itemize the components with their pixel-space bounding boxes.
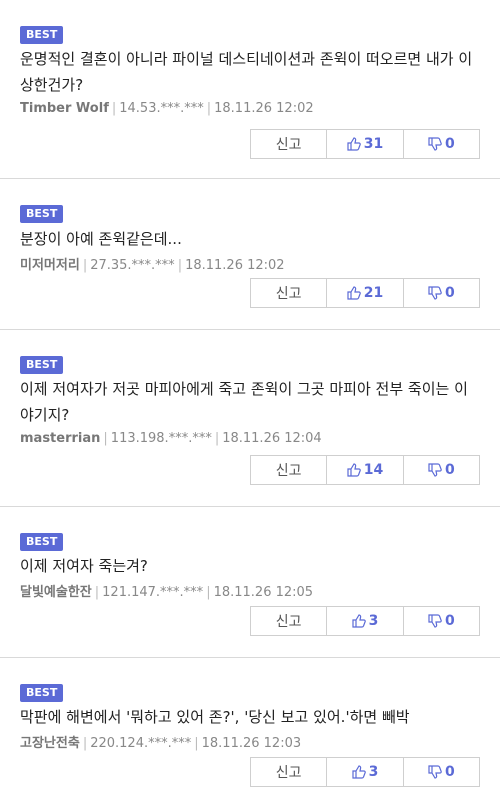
comment-date: 18.11.26 12:03 xyxy=(201,736,302,751)
comment-date: 18.11.26 12:02 xyxy=(214,101,314,116)
comment-actions: 신고 31 0 xyxy=(250,129,480,159)
comment-actions: 신고 21 0 xyxy=(250,278,480,308)
thumbs-down-icon xyxy=(428,765,442,779)
thumbs-up-icon xyxy=(347,286,361,300)
best-badge: BEST xyxy=(20,684,64,702)
downvote-button[interactable]: 0 xyxy=(404,130,479,158)
comment-meta: Timber Wolf | 14.53.***.*** | 18.11.26 12:02 xyxy=(20,101,314,116)
report-button[interactable]: 신고 xyxy=(251,130,328,158)
upvote-button[interactable]: 3 xyxy=(327,758,404,786)
report-button[interactable]: 신고 xyxy=(251,456,328,484)
comment-actions: 신고 3 0 xyxy=(250,757,480,787)
comment-author[interactable]: 고장난전축 xyxy=(20,736,80,751)
upvote-count: 21 xyxy=(363,285,384,301)
comment-ip: 14.53.***.*** xyxy=(119,101,204,116)
report-label: 신고 xyxy=(275,137,302,153)
thumbs-down-icon xyxy=(428,614,442,628)
report-button[interactable]: 신고 xyxy=(251,758,328,786)
upvote-count: 31 xyxy=(363,136,384,152)
comment-item: BEST 막판에 해변에서 '뭐하고 있어 존?', '당신 보고 있어.'하면… xyxy=(0,658,500,805)
upvote-count: 3 xyxy=(368,613,379,629)
best-badge: BEST xyxy=(20,205,64,223)
comment-date: 18.11.26 12:04 xyxy=(222,431,322,446)
upvote-button[interactable]: 31 xyxy=(327,130,404,158)
comment-date: 18.11.26 12:05 xyxy=(213,585,314,600)
comment-text: 이제 저여자가 저곳 마피아에게 죽고 존윅이 그곳 마피아 전부 죽이는 이야… xyxy=(20,380,468,424)
comment-ip: 27.35.***.*** xyxy=(90,258,175,273)
comment-author[interactable]: 달빛예술한잔 xyxy=(20,585,92,600)
downvote-button[interactable]: 0 xyxy=(404,758,479,786)
comment-meta: 고장난전축 | 220.124.***.*** | 18.11.26 12:03 xyxy=(20,736,302,751)
comment-item: BEST 분장이 아예 존윅같은데... 미저머저리 | 27.35.***.***… xyxy=(0,179,500,330)
report-label: 신고 xyxy=(275,614,302,630)
thumbs-down-icon xyxy=(428,137,442,151)
best-badge: BEST xyxy=(20,533,64,551)
comment-text: 운명적인 결혼이 아니라 파이널 데스티네이션과 존윅이 떠오르면 내가 이상한… xyxy=(20,50,473,94)
comment-actions: 신고 3 0 xyxy=(250,606,480,636)
comment-meta: masterrian | 113.198.***.*** | 18.11.26 12:0… xyxy=(20,431,322,446)
upvote-button[interactable]: 3 xyxy=(327,607,404,635)
downvote-count: 0 xyxy=(444,285,455,301)
downvote-button[interactable]: 0 xyxy=(404,456,479,484)
upvote-count: 14 xyxy=(363,462,384,478)
downvote-count: 0 xyxy=(444,613,455,629)
thumbs-up-icon xyxy=(352,614,366,628)
comment-item: BEST 운명적인 결혼이 아니라 파이널 데스티네이션과 존윅이 떠오르면 내… xyxy=(0,0,500,179)
upvote-button[interactable]: 14 xyxy=(327,456,404,484)
comment-ip: 220.124.***.*** xyxy=(90,736,192,751)
comment-author[interactable]: 미저머저리 xyxy=(20,258,80,273)
thumbs-down-icon xyxy=(428,463,442,477)
report-label: 신고 xyxy=(275,463,302,479)
comment-ip: 121.147.***.*** xyxy=(102,585,204,600)
thumbs-up-icon xyxy=(347,463,361,477)
comment-meta: 미저머저리 | 27.35.***.*** | 18.11.26 12:02 xyxy=(20,258,285,273)
comment-author[interactable]: masterrian xyxy=(20,431,100,446)
best-badge: BEST xyxy=(20,356,64,374)
report-label: 신고 xyxy=(275,286,302,302)
upvote-count: 3 xyxy=(368,764,379,780)
report-label: 신고 xyxy=(275,765,302,781)
upvote-button[interactable]: 21 xyxy=(327,279,404,307)
comment-text: 막판에 해변에서 '뭐하고 있어 존?', '당신 보고 있어.'하면 빼박 xyxy=(20,708,410,726)
comment-item: BEST 이제 저여자 죽는겨? 달빛예술한잔 | 121.147.***.*** |… xyxy=(0,507,500,658)
thumbs-up-icon xyxy=(352,765,366,779)
thumbs-up-icon xyxy=(347,137,361,151)
comment-item: BEST 이제 저여자가 저곳 마피아에게 죽고 존윅이 그곳 마피아 전부 죽… xyxy=(0,330,500,507)
comment-text: 분장이 아예 존윅같은데... xyxy=(20,230,182,248)
downvote-count: 0 xyxy=(444,764,455,780)
best-badge: BEST xyxy=(20,26,64,44)
downvote-button[interactable]: 0 xyxy=(404,279,479,307)
thumbs-down-icon xyxy=(428,286,442,300)
comment-ip: 113.198.***.*** xyxy=(110,431,212,446)
comment-author[interactable]: Timber Wolf xyxy=(20,101,109,116)
comment-meta: 달빛예술한잔 | 121.147.***.*** | 18.11.26 12:05 xyxy=(20,585,314,600)
downvote-count: 0 xyxy=(444,136,455,152)
downvote-count: 0 xyxy=(444,462,455,478)
report-button[interactable]: 신고 xyxy=(251,279,328,307)
comment-date: 18.11.26 12:02 xyxy=(185,258,285,273)
report-button[interactable]: 신고 xyxy=(251,607,328,635)
downvote-button[interactable]: 0 xyxy=(404,607,479,635)
comment-text: 이제 저여자 죽는겨? xyxy=(20,557,148,575)
comment-actions: 신고 14 0 xyxy=(250,455,480,485)
